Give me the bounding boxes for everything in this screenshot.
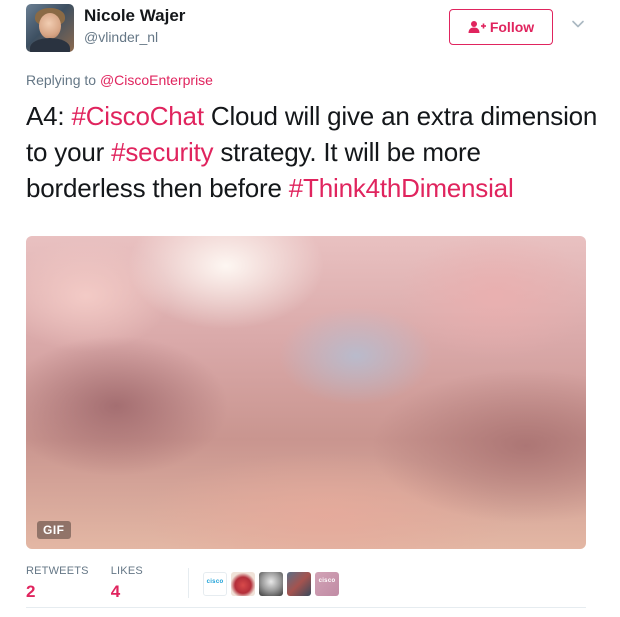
group-avatar[interactable]	[287, 572, 311, 596]
hashtag-link-think4thdimensial[interactable]: #Think4thDimensial	[289, 173, 514, 203]
retweets-stat[interactable]: RETWEETS 2	[26, 565, 89, 602]
follow-button-label: Follow	[489, 19, 535, 35]
hashtag-link-ciscochat[interactable]: #CiscoChat	[71, 101, 204, 131]
cisco-logo-avatar[interactable]: cisco	[315, 572, 339, 596]
author-avatar[interactable]	[26, 4, 74, 52]
reply-context: Replying to @CiscoEnterprise	[26, 72, 213, 88]
cisco-logo-text: cisco	[318, 578, 336, 584]
tweet-text: A4: #CiscoChat Cloud will give an extra …	[26, 98, 601, 206]
reply-prefix: Replying to	[26, 72, 100, 88]
chevron-down-icon[interactable]	[571, 17, 585, 31]
bottom-divider	[26, 607, 586, 608]
likes-label: LIKES	[110, 565, 143, 577]
cake-avatar[interactable]	[231, 572, 255, 596]
likes-count: 4	[110, 582, 121, 601]
tweet-segment: A4:	[26, 101, 72, 131]
cisco-logo-avatar[interactable]: cisco	[203, 572, 227, 596]
retweets-count: 2	[26, 582, 36, 601]
author-handle[interactable]: @vlinder_nl	[84, 29, 158, 45]
author-name[interactable]: Nicole Wajer	[84, 6, 185, 26]
cisco-logo-text: cisco	[206, 579, 224, 585]
stats-divider	[188, 568, 189, 598]
gif-media[interactable]: GIF	[26, 236, 586, 549]
hashtag-link-security[interactable]: #security	[111, 137, 213, 167]
avatar-body	[30, 38, 70, 52]
gif-badge: GIF	[37, 521, 71, 539]
follow-button[interactable]: Follow	[449, 9, 553, 45]
add-user-icon	[468, 21, 486, 33]
tweet-stats: RETWEETS 2 LIKES 4	[26, 565, 165, 602]
avatar-face	[39, 13, 61, 39]
liker-avatars: cisco cisco	[203, 572, 339, 596]
likes-stat[interactable]: LIKES 4	[111, 565, 143, 602]
person-avatar[interactable]	[259, 572, 283, 596]
reply-mention-link[interactable]: @CiscoEnterprise	[100, 72, 213, 88]
retweets-label: RETWEETS	[26, 565, 89, 577]
